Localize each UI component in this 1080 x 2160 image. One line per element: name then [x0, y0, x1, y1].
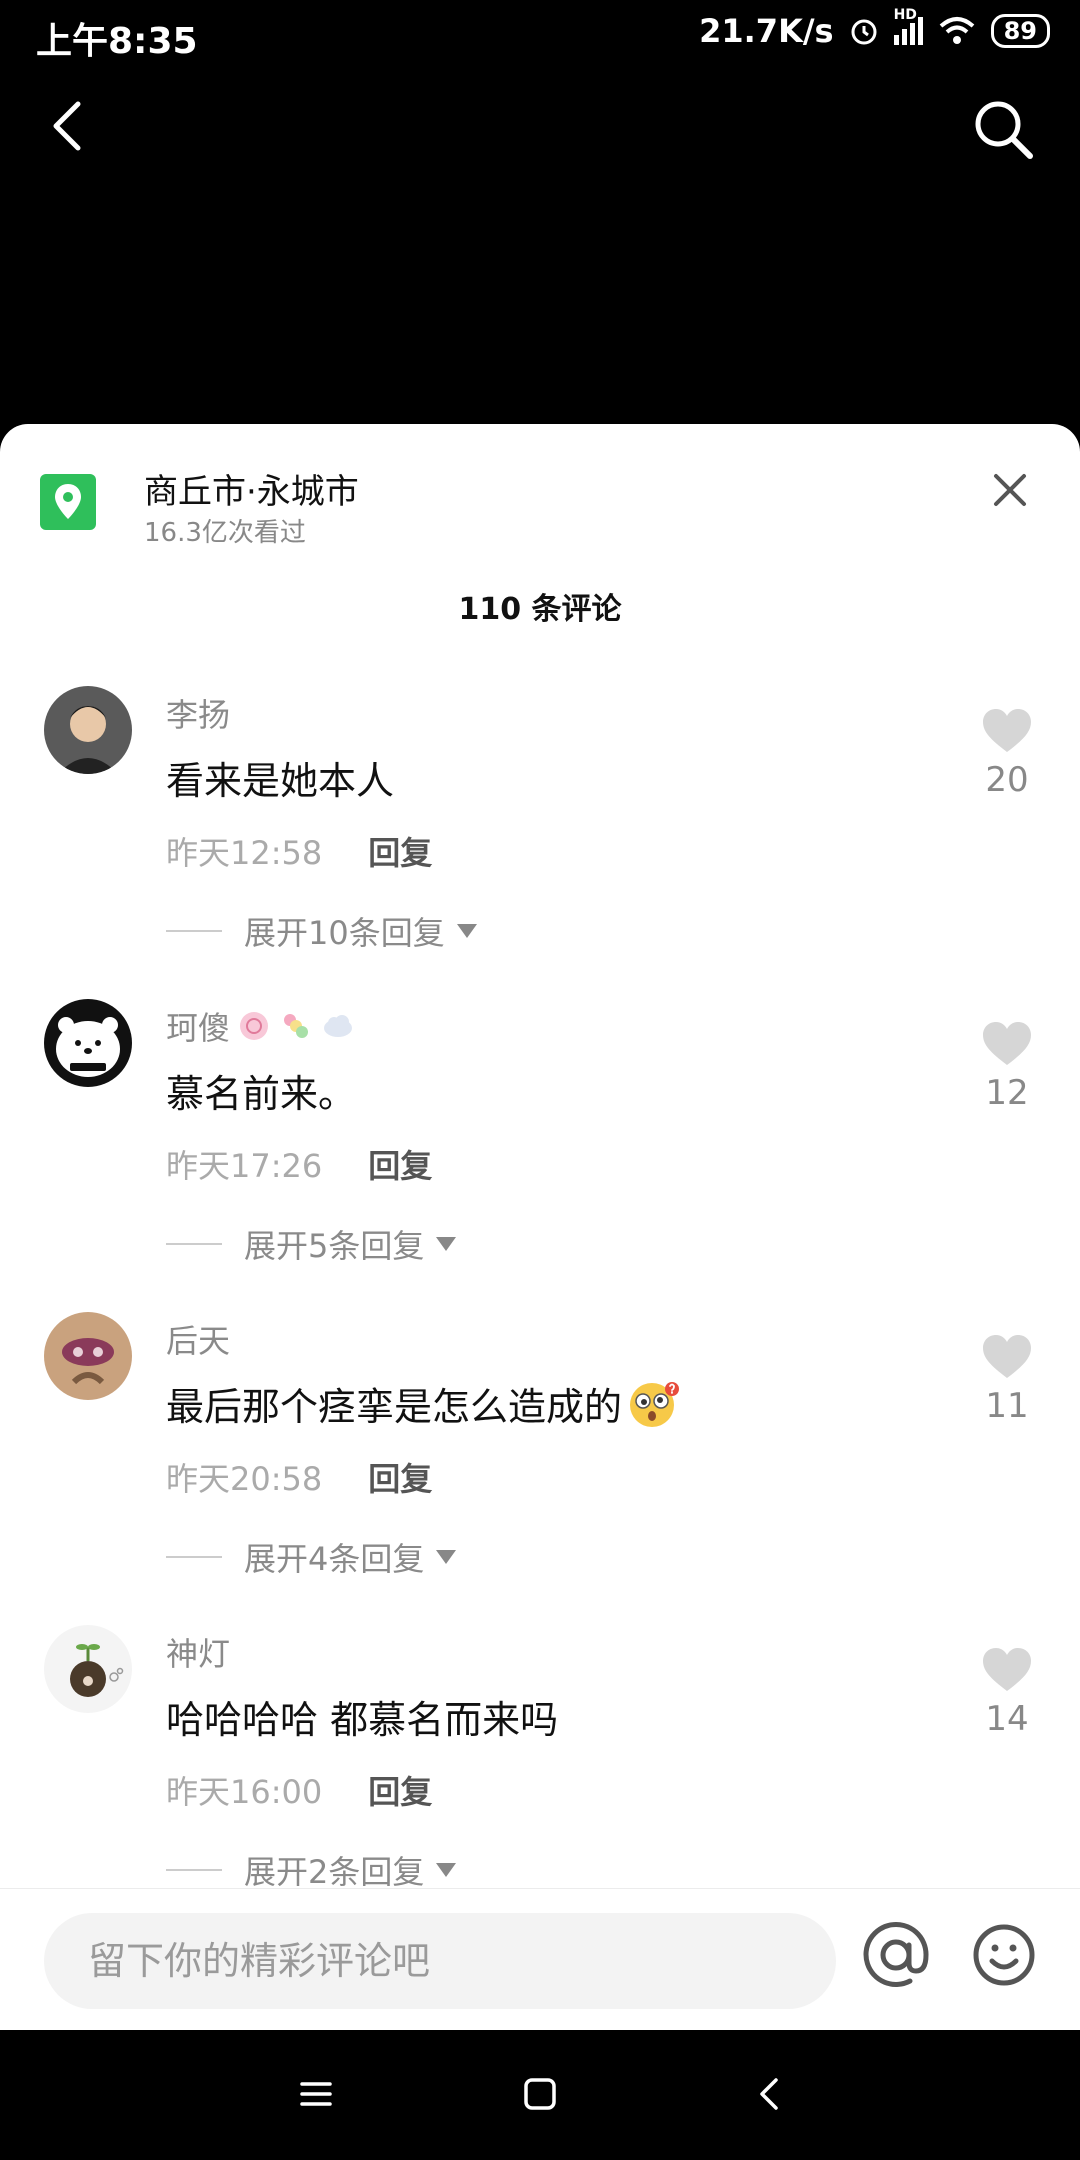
comment-item: 珂傻 慕名前来。 昨天17:26 回复 展开5条回复 12: [0, 999, 1080, 1299]
home-button[interactable]: [520, 2074, 560, 2114]
comment-sheet: 商丘市·永城市 16.3亿次看过 110 条评论 李扬 看来是她本人 昨天12:…: [0, 424, 1080, 1888]
location-name[interactable]: 商丘市·永城市: [144, 464, 359, 513]
at-icon: [863, 1922, 929, 1987]
comment-time: 昨天20:58: [166, 1460, 323, 1498]
comment-count: 110 条评论: [458, 592, 622, 627]
reply-button[interactable]: 回复: [368, 1454, 432, 1500]
location-pin-icon: [40, 474, 96, 530]
username[interactable]: 神灯: [166, 1629, 230, 1675]
expand-replies[interactable]: 展开10条回复: [166, 908, 477, 954]
dizzy-face-emoji-icon: [630, 1381, 680, 1427]
back-button[interactable]: [40, 96, 100, 156]
reply-button[interactable]: 回复: [368, 828, 432, 874]
like-count: 20: [985, 760, 1029, 800]
comment-text: 哈哈哈哈 都慕名而来吗: [166, 1698, 559, 1742]
avatar[interactable]: [44, 1312, 132, 1400]
status-indicators: 21.7K/s HD 89: [699, 7, 1050, 50]
username-text: 珂傻: [166, 1009, 231, 1047]
avatar[interactable]: [44, 686, 132, 774]
search-icon: [975, 101, 1033, 159]
expand-label: 展开4条回复: [244, 1540, 425, 1578]
comment-meta: 昨天12:58 回复: [166, 828, 432, 874]
expand-replies[interactable]: 展开2条回复: [166, 1847, 457, 1888]
avatar[interactable]: [44, 1625, 132, 1713]
like-button[interactable]: 11: [972, 1334, 1042, 1426]
comment-item: 后天 最后那个痉挛是怎么造成的 昨天20:58 回复 展开4条回复 11: [0, 1312, 1080, 1612]
search-button[interactable]: [970, 96, 1036, 162]
system-back-button[interactable]: [750, 2074, 790, 2114]
expand-replies[interactable]: 展开5条回复: [166, 1221, 457, 1267]
comment-text-content: 最后那个痉挛是怎么造成的: [166, 1385, 623, 1429]
divider: [166, 1869, 222, 1871]
emoji-button[interactable]: [966, 1917, 1042, 1993]
comment-time: 昨天12:58: [166, 834, 323, 872]
menu-icon: [300, 2082, 332, 2106]
divider: [166, 930, 222, 932]
lollipop-emoji-icon: [240, 1012, 269, 1040]
like-button[interactable]: 12: [972, 1021, 1042, 1113]
status-time: 上午8:35: [36, 21, 198, 62]
comment-item: 李扬 看来是她本人 昨天12:58 回复 展开10条回复 20: [0, 686, 1080, 986]
comment-text: 看来是她本人: [166, 759, 395, 803]
recent-apps-button[interactable]: [296, 2074, 336, 2114]
comment-meta: 昨天16:00 回复: [166, 1767, 432, 1813]
square-icon: [524, 2078, 556, 2110]
divider: [166, 1243, 222, 1245]
like-count: 14: [985, 1699, 1029, 1739]
comment-text: 最后那个痉挛是怎么造成的: [166, 1376, 682, 1431]
like-button[interactable]: 20: [972, 708, 1042, 800]
location-views: 16.3亿次看过: [144, 518, 306, 548]
comment-meta: 昨天20:58 回复: [166, 1454, 432, 1500]
comment-item: 神灯 哈哈哈哈 都慕名而来吗 昨天16:00 回复 展开2条回复 14: [0, 1625, 1080, 1888]
heart-icon: [983, 1022, 1031, 1065]
reply-button[interactable]: 回复: [368, 1767, 432, 1813]
chevron-left-icon: [760, 2078, 778, 2110]
comment-time: 昨天17:26: [166, 1147, 323, 1185]
status-bar: 上午8:35 21.7K/s HD 89: [0, 0, 1080, 68]
close-button[interactable]: [990, 470, 1030, 510]
mention-button[interactable]: [858, 1917, 934, 1993]
reply-button[interactable]: 回复: [368, 1141, 432, 1187]
caret-down-icon: [436, 1863, 457, 1877]
network-speed: 21.7K/s: [699, 12, 834, 50]
username[interactable]: 珂傻: [166, 1003, 356, 1049]
caret-down-icon: [436, 1550, 457, 1564]
close-icon: [994, 474, 1026, 506]
expand-label: 展开10条回复: [244, 914, 445, 952]
system-nav-bar: [0, 2030, 1080, 2160]
candy-emoji-icon: [284, 1014, 309, 1038]
signal-icon: HD: [893, 7, 923, 45]
heart-icon: [983, 1335, 1031, 1378]
username[interactable]: 李扬: [166, 690, 230, 736]
chevron-left-icon: [53, 101, 81, 151]
comment-text: 慕名前来。: [166, 1072, 357, 1116]
alarm-icon: [851, 19, 877, 45]
network-type: HD: [893, 7, 917, 23]
comment-time: 昨天16:00: [166, 1773, 323, 1811]
like-count: 11: [985, 1386, 1029, 1426]
heart-icon: [983, 709, 1031, 752]
heart-icon: [983, 1648, 1031, 1691]
wifi-icon: [939, 17, 974, 44]
comment-input-bar: 留下你的精彩评论吧: [0, 1888, 1080, 2030]
caret-down-icon: [456, 924, 477, 938]
comment-input[interactable]: 留下你的精彩评论吧: [44, 1913, 836, 2009]
smiley-icon: [973, 1924, 1035, 1986]
comment-meta: 昨天17:26 回复: [166, 1141, 432, 1187]
caret-down-icon: [436, 1237, 457, 1251]
expand-label: 展开2条回复: [244, 1853, 425, 1888]
like-button[interactable]: 14: [972, 1647, 1042, 1739]
like-count: 12: [985, 1073, 1029, 1113]
battery-indicator: 89: [990, 14, 1050, 48]
username[interactable]: 后天: [166, 1316, 230, 1362]
cloud-emoji-icon: [324, 1015, 353, 1037]
divider: [166, 1556, 222, 1558]
expand-replies[interactable]: 展开4条回复: [166, 1534, 457, 1580]
avatar[interactable]: [44, 999, 132, 1087]
expand-label: 展开5条回复: [244, 1227, 425, 1265]
